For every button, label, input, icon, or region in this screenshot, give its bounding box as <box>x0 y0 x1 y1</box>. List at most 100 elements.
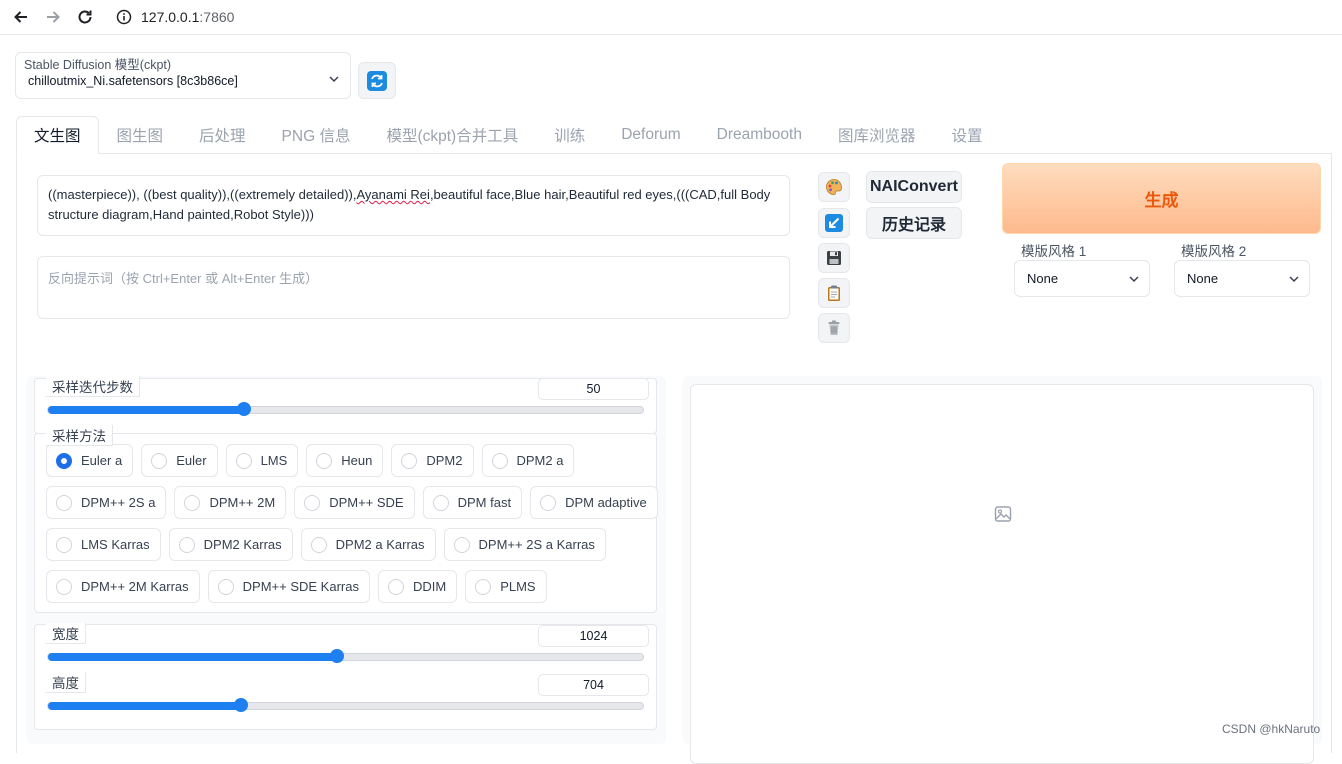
arrow-down-left-icon <box>825 214 843 232</box>
tab-settings[interactable]: 设置 <box>933 116 1000 154</box>
refresh-model-button[interactable] <box>358 62 396 99</box>
radio-indicator <box>56 536 72 553</box>
width-label: 宽度 <box>46 623 86 644</box>
forward-icon[interactable] <box>37 1 69 33</box>
sampler-option-label: Heun <box>341 453 373 468</box>
tab-deforum[interactable]: Deforum <box>603 116 698 154</box>
sampler-option-lms-karras[interactable]: LMS Karras <box>46 528 161 561</box>
sampler-option-dpm-sde-karras[interactable]: DPM++ SDE Karras <box>207 570 370 603</box>
width-slider[interactable] <box>47 649 644 663</box>
tab-train[interactable]: 训练 <box>536 116 603 154</box>
reload-icon[interactable] <box>69 1 101 33</box>
radio-indicator <box>56 452 72 469</box>
tab-png-info[interactable]: PNG 信息 <box>264 116 369 154</box>
sampler-option-label: DDIM <box>412 579 447 594</box>
steps-label: 采样迭代步数 <box>46 376 140 397</box>
sampler-option-dpm2[interactable]: DPM2 <box>391 444 474 477</box>
palette-icon <box>826 179 842 195</box>
sampler-option-dpm2-a[interactable]: DPM2 a <box>481 444 575 477</box>
sampler-option-lms[interactable]: LMS <box>225 444 299 477</box>
steps-slider-thumb[interactable] <box>237 402 252 416</box>
width-slider-thumb[interactable] <box>329 649 344 663</box>
radio-indicator <box>184 494 201 511</box>
style-select-2[interactable]: 模版风格 2 None <box>1174 240 1310 297</box>
sampler-option-label: DPM2 <box>426 453 463 468</box>
steps-slider-fill <box>48 406 245 414</box>
height-slider[interactable] <box>47 698 644 712</box>
tab-txt2img[interactable]: 文生图 <box>16 116 99 154</box>
radio-indicator <box>178 536 195 553</box>
sampler-option-plms[interactable]: PLMS <box>465 570 547 603</box>
site-info-icon[interactable] <box>116 9 132 28</box>
sampler-option-dpm-2m-karras[interactable]: DPM++ 2M Karras <box>46 570 200 603</box>
trash-icon <box>828 320 840 335</box>
sampler-option-label: DPM++ 2S a Karras <box>478 537 595 552</box>
radio-indicator <box>432 494 449 511</box>
sampler-option-dpm-2m[interactable]: DPM++ 2M <box>174 486 287 519</box>
sampler-option-label: Euler <box>176 453 207 468</box>
sampler-option-dpm-sde[interactable]: DPM++ SDE <box>294 486 415 519</box>
read-params-button[interactable] <box>818 208 850 238</box>
apply-style-button[interactable] <box>818 278 850 308</box>
back-icon[interactable] <box>5 1 37 33</box>
history-button[interactable]: 历史记录 <box>866 207 962 239</box>
clear-prompt-button[interactable] <box>818 313 850 343</box>
width-number-input[interactable]: 1024 <box>538 625 649 647</box>
generate-button[interactable]: 生成 <box>1002 163 1321 234</box>
sampler-option-euler-a[interactable]: Euler a <box>46 444 134 477</box>
refresh-icon <box>367 70 387 91</box>
tab-image-browser[interactable]: 图库浏览器 <box>820 116 934 154</box>
sampler-option-dpm-2s-a-karras[interactable]: DPM++ 2S a Karras <box>443 528 606 561</box>
steps-number-input[interactable]: 50 <box>538 378 649 400</box>
style-palette-button[interactable] <box>818 172 850 202</box>
clipboard-icon <box>828 285 840 301</box>
floppy-disk-icon <box>827 251 841 265</box>
sampler-option-dpm2-karras[interactable]: DPM2 Karras <box>168 528 293 561</box>
radio-indicator <box>475 578 492 595</box>
sampler-option-ddim[interactable]: DDIM <box>377 570 458 603</box>
style-select-1[interactable]: 模版风格 1 None <box>1014 240 1150 297</box>
height-slider-thumb[interactable] <box>234 698 249 712</box>
height-number-input[interactable]: 704 <box>538 674 649 696</box>
radio-indicator <box>401 452 418 469</box>
browser-toolbar: 127.0.0.1:7860 <box>0 0 1342 35</box>
url-port: :7860 <box>199 9 235 25</box>
sampler-option-dpm-2s-a[interactable]: DPM++ 2S a <box>46 486 167 519</box>
negative-prompt-input[interactable]: 反向提示词（按 Ctrl+Enter 或 Alt+Enter 生成） <box>37 256 790 319</box>
sampler-option-euler[interactable]: Euler <box>141 444 218 477</box>
model-select-label: Stable Diffusion 模型(ckpt) <box>22 54 174 73</box>
sampler-label: 采样方法 <box>46 425 113 446</box>
sampler-option-heun[interactable]: Heun <box>306 444 384 477</box>
sampler-option-dpm-fast[interactable]: DPM fast <box>422 486 523 519</box>
prompt-input[interactable]: ((masterpiece)), ((best quality)),((extr… <box>37 175 790 236</box>
sampler-option-label: DPM adaptive <box>565 495 647 510</box>
sampler-option-label: DPM++ 2S a <box>81 495 156 510</box>
sampler-option-label: PLMS <box>500 579 536 594</box>
steps-slider[interactable] <box>47 402 644 416</box>
height-slider-fill <box>48 702 242 710</box>
output-gallery <box>690 384 1314 764</box>
radio-indicator <box>217 578 234 595</box>
tab-dreambooth[interactable]: Dreambooth <box>699 116 820 154</box>
prompt-text-1: ((masterpiece)), ((best quality)),((extr… <box>48 187 357 202</box>
radio-indicator <box>453 536 470 553</box>
sampler-option-dpm2-a-karras[interactable]: DPM2 a Karras <box>300 528 436 561</box>
naiconvert-button[interactable]: NAIConvert <box>866 171 962 203</box>
prompt-text-2: Ayanami Rei <box>356 187 430 202</box>
model-select[interactable]: Stable Diffusion 模型(ckpt) chilloutmix_Ni… <box>15 52 351 99</box>
tab-checkpoint-merger[interactable]: 模型(ckpt)合并工具 <box>368 116 536 154</box>
tab-img2img[interactable]: 图生图 <box>99 116 182 154</box>
watermark: CSDN @hkNaruto <box>1222 722 1321 736</box>
sampler-option-label: DPM2 a <box>516 453 564 468</box>
save-style-button[interactable] <box>818 243 850 273</box>
radio-indicator <box>540 494 557 511</box>
chevron-down-icon <box>1289 276 1299 283</box>
sampler-option-label: LMS Karras <box>81 537 150 552</box>
address-bar[interactable]: 127.0.0.1:7860 <box>141 9 234 25</box>
tab-extras[interactable]: 后处理 <box>181 116 264 154</box>
width-slider-fill <box>48 653 337 661</box>
sampler-option-dpm-adaptive[interactable]: DPM adaptive <box>530 486 658 519</box>
main-tabs: 文生图 图生图 后处理 PNG 信息 模型(ckpt)合并工具 训练 Defor… <box>16 116 1001 154</box>
sampler-option-label: DPM++ 2M Karras <box>81 579 189 594</box>
chevron-down-icon <box>329 76 339 83</box>
